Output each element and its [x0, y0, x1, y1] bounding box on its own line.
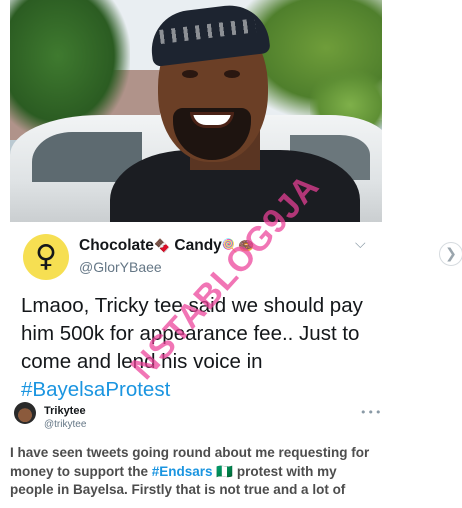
chevron-down-icon[interactable]: ⌵ — [355, 236, 366, 252]
nigeria-flag-icon: 🇳🇬 — [216, 463, 234, 479]
embedded-user-avatar[interactable] — [14, 402, 36, 424]
embedded-tweet-text: I have seen tweets going round about me … — [10, 444, 382, 500]
next-arrow-icon[interactable]: ❯ — [439, 242, 462, 266]
display-name-text-2: Candy — [170, 237, 222, 254]
display-name-text: Chocolate — [79, 237, 154, 254]
photo-person-eye — [224, 70, 240, 78]
tweet-photo[interactable] — [10, 0, 382, 222]
user-avatar[interactable]: ♀ — [23, 234, 69, 280]
embedded-user-handle[interactable]: @trikytee — [44, 419, 86, 430]
user-handle[interactable]: @GlorYBaee — [79, 259, 162, 275]
embedded-user-name[interactable]: Trikytee — [44, 405, 86, 417]
photo-person-eye — [182, 70, 198, 78]
endsars-hashtag-link[interactable]: #Endsars — [152, 464, 213, 479]
chocolate-emoji: 🍫 — [153, 239, 171, 254]
more-options-icon[interactable]: ••• — [360, 406, 382, 419]
female-fist-icon: ♀ — [35, 239, 57, 274]
